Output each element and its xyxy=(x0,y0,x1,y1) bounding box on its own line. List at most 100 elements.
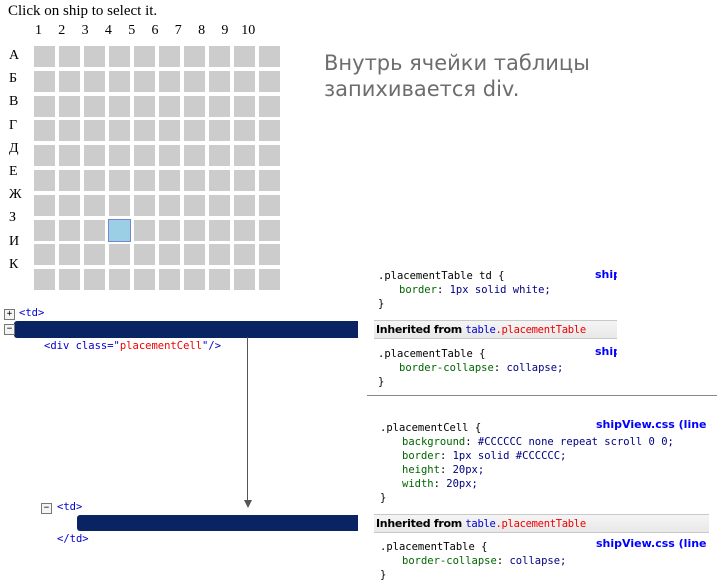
placement-cell[interactable] xyxy=(84,269,105,291)
placement-cell[interactable] xyxy=(84,70,105,92)
placement-cell[interactable] xyxy=(234,194,255,216)
placement-cell[interactable] xyxy=(109,46,130,67)
placement-cell[interactable] xyxy=(159,219,180,241)
placement-cell[interactable] xyxy=(84,219,105,241)
placement-cell[interactable] xyxy=(109,145,130,167)
placement-cell[interactable] xyxy=(234,145,255,167)
placement-cell[interactable] xyxy=(234,244,255,266)
placement-cell[interactable] xyxy=(134,70,155,92)
placement-cell[interactable] xyxy=(134,194,155,216)
placement-cell[interactable] xyxy=(259,170,280,191)
placement-cell[interactable] xyxy=(209,219,230,241)
placement-cell[interactable] xyxy=(84,46,105,67)
collapse-icon[interactable]: − xyxy=(41,503,52,514)
placement-cell[interactable] xyxy=(59,120,80,142)
placement-cell[interactable] xyxy=(59,95,80,117)
placement-cell[interactable] xyxy=(34,46,55,67)
placement-cell[interactable] xyxy=(59,46,80,67)
css-property[interactable]: background: #CCCCCC none repeat scroll 0… xyxy=(402,436,674,448)
placement-cell[interactable] xyxy=(134,120,155,142)
placement-cell[interactable] xyxy=(59,170,80,191)
placement-cell[interactable] xyxy=(259,244,280,266)
placement-cell[interactable] xyxy=(209,194,230,216)
placement-cell[interactable] xyxy=(184,269,205,291)
placement-cell[interactable] xyxy=(159,70,180,92)
placement-cell[interactable] xyxy=(184,244,205,266)
dom-node-td[interactable]: <td> xyxy=(57,501,82,513)
placement-cell[interactable] xyxy=(59,194,80,216)
placement-cell[interactable] xyxy=(259,145,280,167)
placement-cell[interactable] xyxy=(159,170,180,191)
css-property[interactable]: border-collapse: collapse; xyxy=(399,362,563,374)
css-property[interactable]: border: 1px solid #CCCCCC; xyxy=(402,450,566,462)
placement-cell[interactable] xyxy=(134,170,155,191)
placement-cell[interactable] xyxy=(209,145,230,167)
placement-cell[interactable] xyxy=(209,46,230,67)
placement-cell[interactable] xyxy=(234,120,255,142)
placement-cell[interactable] xyxy=(59,145,80,167)
css-source-link[interactable]: shipView.css (line 3 xyxy=(596,418,709,431)
placement-cell[interactable] xyxy=(259,46,280,67)
collapse-icon[interactable]: − xyxy=(4,324,15,335)
placement-cell[interactable] xyxy=(209,244,230,266)
placement-cell[interactable] xyxy=(34,219,55,241)
placement-cell-selected[interactable] xyxy=(108,218,131,242)
placement-cell[interactable] xyxy=(159,46,180,67)
placement-cell[interactable] xyxy=(34,95,55,117)
placement-cell[interactable] xyxy=(109,70,130,92)
placement-cell[interactable] xyxy=(34,170,55,191)
placement-cell[interactable] xyxy=(234,219,255,241)
placement-cell[interactable] xyxy=(159,145,180,167)
placement-cell[interactable] xyxy=(34,269,55,291)
placement-cell[interactable] xyxy=(209,170,230,191)
placement-cell[interactable] xyxy=(84,145,105,167)
placement-cell[interactable] xyxy=(34,145,55,167)
placement-cell[interactable] xyxy=(109,244,130,266)
placement-cell[interactable] xyxy=(209,70,230,92)
css-property[interactable]: height: 20px; xyxy=(402,464,484,476)
placement-cell[interactable] xyxy=(34,120,55,142)
placement-cell[interactable] xyxy=(59,219,80,241)
placement-cell[interactable] xyxy=(259,219,280,241)
placement-cell[interactable] xyxy=(109,194,130,216)
placement-cell[interactable] xyxy=(109,269,130,291)
css-source-link[interactable]: shipView.css (line 2 xyxy=(596,537,709,550)
placement-cell[interactable] xyxy=(209,120,230,142)
placement-cell[interactable] xyxy=(109,120,130,142)
placement-cell[interactable] xyxy=(134,219,155,241)
dom-node-div[interactable]: <div class="placementCell"/> xyxy=(44,340,221,352)
css-source-link[interactable]: ship xyxy=(595,345,617,358)
placement-cell[interactable] xyxy=(159,194,180,216)
css-property[interactable]: width: 20px; xyxy=(402,478,478,490)
placement-cell[interactable] xyxy=(259,70,280,92)
css-property[interactable]: border: 1px solid white; xyxy=(399,284,551,296)
dom-node-div-selected[interactable]: <div class="placementCell"/> xyxy=(77,515,358,545)
placement-cell[interactable] xyxy=(184,46,205,67)
placement-cell[interactable] xyxy=(134,145,155,167)
placement-cell[interactable] xyxy=(134,269,155,291)
placement-cell[interactable] xyxy=(184,95,205,117)
placement-cell[interactable] xyxy=(184,145,205,167)
placement-cell[interactable] xyxy=(134,244,155,266)
placement-cell[interactable] xyxy=(234,46,255,67)
placement-cell[interactable] xyxy=(34,194,55,216)
placement-cell[interactable] xyxy=(109,170,130,191)
placement-cell[interactable] xyxy=(159,95,180,117)
placement-cell[interactable] xyxy=(84,120,105,142)
placement-cell[interactable] xyxy=(109,95,130,117)
placement-cell[interactable] xyxy=(234,170,255,191)
css-property[interactable]: border-collapse: collapse; xyxy=(402,555,566,567)
placement-cell[interactable] xyxy=(34,70,55,92)
placement-cell[interactable] xyxy=(159,269,180,291)
placement-cell[interactable] xyxy=(34,244,55,266)
placement-cell[interactable] xyxy=(209,95,230,117)
placement-cell[interactable] xyxy=(259,95,280,117)
placement-cell[interactable] xyxy=(184,194,205,216)
dom-node-td-selected[interactable]: <td> xyxy=(14,321,358,352)
placement-cell[interactable] xyxy=(234,269,255,291)
placement-cell[interactable] xyxy=(209,269,230,291)
dom-node-td[interactable]: <td> xyxy=(19,307,44,319)
placement-cell[interactable] xyxy=(184,120,205,142)
placement-cell[interactable] xyxy=(134,95,155,117)
placement-cell[interactable] xyxy=(134,46,155,67)
